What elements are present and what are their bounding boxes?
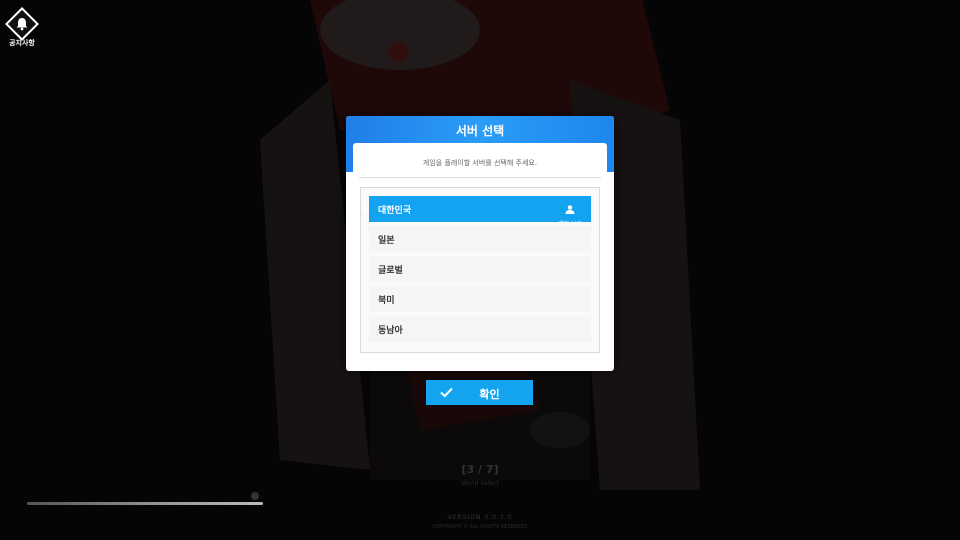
dialog-subtitle: 게임을 플레이할 서버를 선택해 주세요. bbox=[422, 159, 538, 167]
loading-status: World Select bbox=[461, 480, 499, 487]
confirm-button[interactable]: 확인 bbox=[426, 380, 533, 405]
server-item-global[interactable]: 글로벌 bbox=[369, 256, 591, 282]
copyright-text: COPYRIGHT © ALL RIGHTS RESERVED bbox=[432, 524, 528, 530]
selected-marker-icon bbox=[364, 205, 368, 213]
notice-button[interactable]: 공지사항 bbox=[5, 7, 39, 50]
server-item-southeast-asia[interactable]: 동남아 bbox=[369, 316, 591, 342]
server-list: 대한민국 계정 보유 일본 글로벌 북미 동남아 bbox=[360, 187, 600, 353]
server-name: 일본 bbox=[378, 236, 395, 246]
loading-progress: [3 / 7] bbox=[461, 463, 499, 476]
notice-label: 공지사항 bbox=[9, 39, 35, 47]
account-badge: 계정 보유 bbox=[555, 199, 585, 228]
bell-icon bbox=[16, 18, 28, 31]
version-text: VERSION 0.0.3.0 bbox=[447, 514, 513, 521]
dialog-body: 게임을 플레이할 서버를 선택해 주세요. 대한민국 계정 보유 일본 글로벌 bbox=[353, 143, 607, 365]
server-name: 동남아 bbox=[378, 326, 403, 336]
loading-indicator bbox=[251, 492, 259, 500]
server-name: 북미 bbox=[378, 296, 395, 306]
loading-bar bbox=[27, 502, 263, 505]
confirm-label: 확인 bbox=[479, 388, 500, 401]
server-name: 글로벌 bbox=[378, 266, 403, 276]
server-item-korea[interactable]: 대한민국 계정 보유 bbox=[364, 196, 591, 228]
server-select-dialog: 서버 선택 게임을 플레이할 서버를 선택해 주세요. 대한민국 계정 보유 일… bbox=[346, 116, 614, 371]
server-name: 대한민국 bbox=[378, 206, 412, 216]
user-icon bbox=[565, 205, 575, 214]
server-item-japan[interactable]: 일본 bbox=[369, 226, 591, 252]
server-item-north-america[interactable]: 북미 bbox=[369, 286, 591, 312]
divider bbox=[359, 177, 601, 178]
dialog-title: 서버 선택 bbox=[455, 124, 505, 138]
